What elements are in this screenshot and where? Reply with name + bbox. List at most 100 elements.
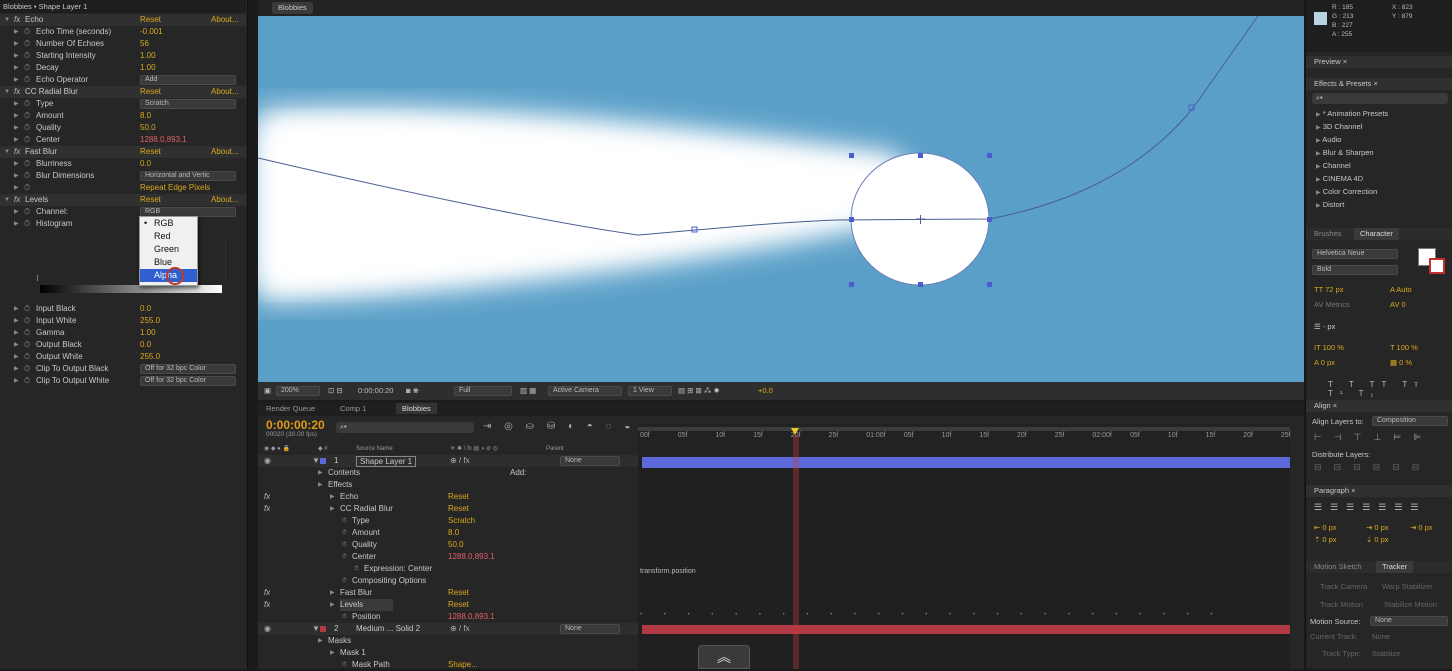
resolution-select[interactable]: Full	[454, 386, 512, 396]
leading-field[interactable]: A Auto	[1390, 285, 1412, 294]
comp-timecode[interactable]: 0:00:00:20	[358, 382, 393, 400]
space-after-field[interactable]: ⇣ 0 px	[1366, 535, 1389, 544]
property-name[interactable]: Amount	[352, 527, 380, 539]
disclosure-triangle-icon[interactable]: ⏱	[342, 611, 347, 623]
disclosure-triangle-icon[interactable]: ▶	[330, 491, 335, 503]
disclosure-triangle-icon[interactable]: ▶	[318, 479, 323, 491]
tab-tracker[interactable]: Tracker	[1376, 561, 1414, 573]
effect-row-4[interactable]: ▶ ⏱ Decay 1.00	[0, 62, 246, 74]
property-name[interactable]: Center	[352, 551, 376, 563]
effect-row-value[interactable]: Repeat Edge Pixels	[140, 182, 210, 194]
disclosure-triangle-icon[interactable]: ▶	[330, 587, 335, 599]
font-size-field[interactable]: TT 72 px	[1314, 285, 1343, 294]
indent-first-field[interactable]: ⇥ 0 px	[1410, 523, 1433, 532]
stopwatch-icon[interactable]: ⏱	[24, 327, 30, 339]
kerning-value[interactable]: Metrics	[1326, 300, 1350, 309]
about-link[interactable]: About...	[211, 86, 239, 98]
source-name-header[interactable]: Source Name	[356, 444, 393, 454]
property-name[interactable]: Mask 1	[340, 647, 366, 659]
vscale-value[interactable]: 100 %	[1323, 343, 1344, 352]
layer-row[interactable]: ◉ ▼ 2 Medium ... Solid 2 ⊕ / fx None	[258, 623, 638, 635]
effect-row-select[interactable]: Scratch	[140, 99, 236, 109]
space-before-field[interactable]: ⇡ 0 px	[1314, 535, 1337, 544]
property-name[interactable]: Contents	[328, 467, 360, 479]
effect-row-b0[interactable]: ▶ ⏱ Input Black 0.0	[0, 303, 246, 315]
property-row[interactable]: ⏱ Amount 8.0	[258, 527, 638, 539]
property-name[interactable]: Quality	[352, 539, 377, 551]
align-buttons[interactable]: ⊢⊣⊤⊥⊨⊫	[1314, 432, 1433, 443]
layer-bar-shape[interactable]	[642, 457, 1290, 468]
stopwatch-icon[interactable]: ⏱	[24, 74, 30, 86]
effects-presets-title[interactable]: Effects & Presets ×	[1306, 78, 1452, 90]
tab-motion-sketch[interactable]: Motion Sketch	[1314, 561, 1362, 573]
track-type-select[interactable]: Stabilize	[1372, 649, 1400, 658]
disclosure-triangle-icon[interactable]: ▼	[4, 86, 10, 98]
region-icon[interactable]: ⊡ ⊟	[328, 382, 343, 400]
property-value[interactable]: Scratch	[448, 515, 475, 527]
property-value[interactable]: 8.0	[448, 527, 459, 539]
baseline-value[interactable]: 0 px	[1321, 358, 1335, 367]
tab-character[interactable]: Character	[1354, 228, 1399, 240]
chevron-up-icon[interactable]: ︽	[698, 645, 750, 669]
property-name[interactable]: Type	[352, 515, 369, 527]
effect-row-value[interactable]: Reset	[140, 86, 161, 98]
warp-stabilizer-button[interactable]: Warp Stabilizer	[1382, 582, 1433, 591]
disclosure-triangle-icon[interactable]: ▶	[330, 599, 335, 611]
effect-row-b2[interactable]: ▶ ⏱ Gamma 1.00	[0, 327, 246, 339]
effect-row-select[interactable]: Off for 32 bpc Color	[140, 376, 236, 386]
space-before-value[interactable]: 0 px	[1322, 535, 1336, 544]
fx-icon[interactable]: fx	[14, 194, 20, 206]
effect-row-value[interactable]: 0.0	[140, 158, 151, 170]
effect-row-12[interactable]: ▶ ⏱ Blurriness 0.0	[0, 158, 246, 170]
effect-row-6[interactable]: ▼ fx CC Radial Blur Reset About...	[0, 86, 246, 98]
indent-left-field[interactable]: ⇤ 0 px	[1314, 523, 1337, 532]
disclosure-triangle-icon[interactable]: ⏱	[342, 515, 347, 527]
kerning-field[interactable]: AV Metrics	[1314, 300, 1350, 309]
vscale-field[interactable]: IT 100 %	[1314, 343, 1344, 352]
eye-icon[interactable]: ◉	[264, 455, 271, 467]
disclosure-triangle-icon[interactable]: ▶	[318, 635, 323, 647]
label-color-swatch[interactable]	[320, 626, 326, 632]
property-name[interactable]: CC Radial Blur	[340, 503, 393, 515]
tab-render-queue[interactable]: Render Queue	[266, 404, 315, 413]
property-name[interactable]: Masks	[328, 635, 351, 647]
stopwatch-icon[interactable]: ⏱	[24, 158, 30, 170]
track-camera-button[interactable]: Track Camera	[1320, 582, 1367, 591]
effect-row-b4[interactable]: ▶ ⏱ Output White 255.0	[0, 351, 246, 363]
disclosure-triangle-icon[interactable]: ▶	[14, 74, 19, 86]
disclosure-triangle-icon[interactable]: ▶	[14, 327, 19, 339]
effect-row-2[interactable]: ▶ ⏱ Number Of Echoes 56	[0, 38, 246, 50]
grid-icon[interactable]: ▣	[264, 382, 271, 400]
stabilize-motion-button[interactable]: Stabilize Motion	[1384, 600, 1437, 609]
effect-row-value[interactable]: 255.0	[140, 315, 160, 327]
property-name[interactable]: Expression: Center	[364, 563, 432, 575]
effect-row-17[interactable]: ▶ ⏱ Histogram	[0, 218, 246, 230]
stopwatch-icon[interactable]: ⏱	[24, 182, 30, 194]
layer-switches-icon[interactable]: ⊕ / fx	[450, 623, 470, 635]
disclosure-triangle-icon[interactable]: ⏱	[342, 551, 347, 563]
property-value[interactable]: Reset	[448, 503, 469, 515]
disclosure-triangle-icon[interactable]: ▶	[14, 363, 19, 375]
effect-row-value[interactable]: 0.0	[140, 339, 151, 351]
property-value[interactable]: Reset	[448, 599, 469, 611]
disclosure-triangle-icon[interactable]: ▶	[14, 62, 19, 74]
stopwatch-icon[interactable]: ⏱	[24, 50, 30, 62]
effect-row-value[interactable]: 50.0	[140, 122, 156, 134]
time-ruler[interactable]: 00f 05f 10f 15f 20f 25f 01:00f 05f 10f 15f 20f 25f 0…	[638, 424, 1291, 454]
channel-option-blue[interactable]: Blue	[140, 256, 197, 269]
stopwatch-icon[interactable]: ⏱	[24, 110, 30, 122]
stroke-color-swatch[interactable]	[1429, 258, 1445, 274]
stopwatch-icon[interactable]: ⏱	[24, 26, 30, 38]
property-row[interactable]: ⏱ Type Scratch	[258, 515, 638, 527]
property-name[interactable]: Echo	[340, 491, 358, 503]
stopwatch-icon[interactable]: ⏱	[24, 363, 30, 375]
disclosure-triangle-icon[interactable]: ⏱	[354, 563, 359, 575]
stopwatch-icon[interactable]: ⏱	[24, 98, 30, 110]
disclosure-triangle-icon[interactable]: ▼	[312, 455, 320, 467]
property-row[interactable]: ▶ Effects	[258, 479, 638, 491]
tsume-field[interactable]: ▦ 0 %	[1390, 358, 1412, 367]
property-row[interactable]: ⏱ Center 1288.0,893.1	[258, 551, 638, 563]
property-value[interactable]: Reset	[448, 587, 469, 599]
disclosure-triangle-icon[interactable]: ▶	[1316, 125, 1321, 131]
work-area-bar[interactable]	[638, 427, 1290, 431]
